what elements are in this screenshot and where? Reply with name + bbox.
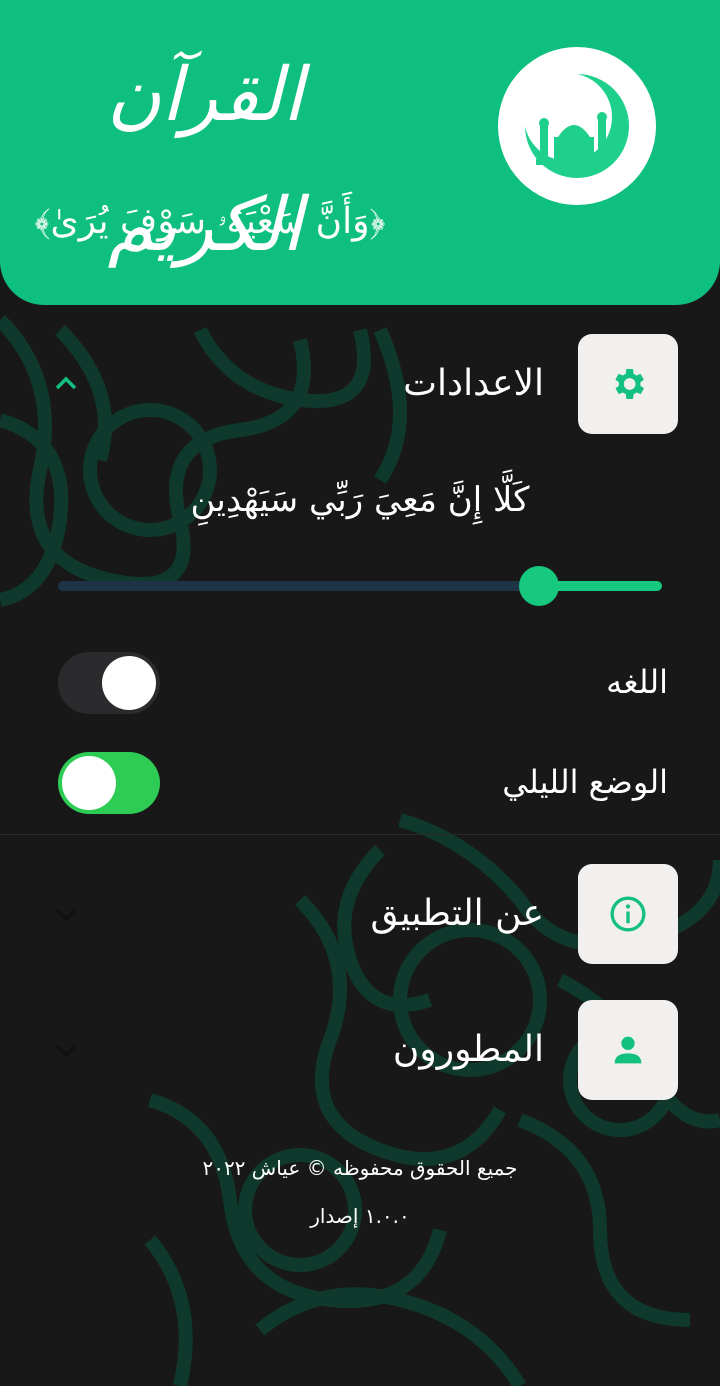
info-icon bbox=[610, 896, 646, 932]
night-mode-setting: الوضع الليلي bbox=[0, 750, 720, 814]
developers-section-header[interactable]: المطورون bbox=[0, 1000, 720, 1100]
chevron-down-icon[interactable] bbox=[52, 1036, 80, 1064]
copyright-text: جميع الحقوق محفوظه © عياش ٢٠٢٢ bbox=[202, 1156, 518, 1180]
settings-section-header[interactable]: الاعدادات bbox=[0, 334, 720, 434]
about-label: عن التطبيق bbox=[370, 893, 544, 934]
about-section-header[interactable]: عن التطبيق bbox=[0, 864, 720, 964]
version-text: ١.٠.٠ إصدار bbox=[310, 1204, 410, 1228]
night-mode-label: الوضع الليلي bbox=[502, 763, 668, 801]
mosque-crescent-icon bbox=[524, 73, 629, 178]
developers-tile bbox=[578, 1000, 678, 1100]
language-label: اللغه bbox=[606, 663, 668, 701]
night-mode-toggle[interactable] bbox=[58, 752, 160, 814]
font-size-slider[interactable] bbox=[58, 566, 662, 606]
header-verse: ﴿وَأَنَّ سَعْيَهُۥ سَوْفَ يُرَىٰ﴾ bbox=[34, 201, 386, 242]
language-setting: اللغه bbox=[0, 650, 720, 714]
about-tile bbox=[578, 864, 678, 964]
app-header: القرآن الكريم ﴿وَأَنَّ سَعْيَهُۥ سَوْفَ … bbox=[0, 0, 720, 305]
app-title: القرآن الكريم bbox=[106, 52, 304, 268]
font-preview-verse: كَلَّا إِنَّ مَعِيَ رَبِّي سَيَهْدِينِ bbox=[190, 480, 530, 520]
app-logo bbox=[498, 47, 656, 205]
developers-label: المطورون bbox=[392, 1029, 544, 1070]
person-icon bbox=[614, 1036, 642, 1064]
slider-thumb[interactable] bbox=[519, 566, 559, 606]
settings-tile bbox=[578, 334, 678, 434]
chevron-down-icon[interactable] bbox=[52, 900, 80, 928]
toggle-knob bbox=[102, 656, 156, 710]
toggle-knob bbox=[62, 756, 116, 810]
settings-label: الاعدادات bbox=[403, 363, 544, 404]
gear-icon bbox=[615, 369, 644, 399]
divider bbox=[0, 834, 720, 835]
chevron-up-icon[interactable] bbox=[52, 370, 80, 398]
language-toggle[interactable] bbox=[58, 652, 160, 714]
